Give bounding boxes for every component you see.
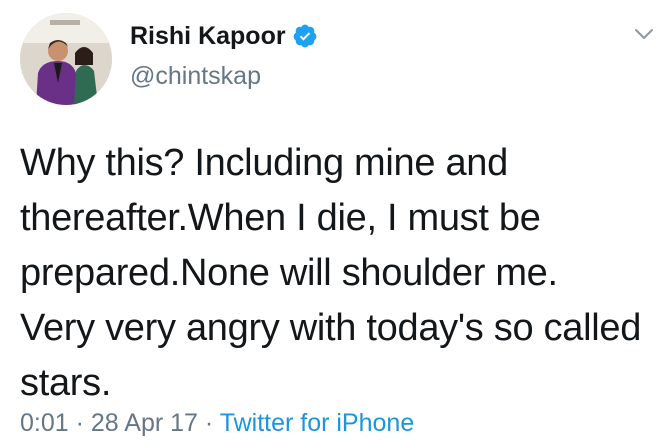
tweet-text-line: Very very angry with today's so called [20, 307, 642, 349]
verified-badge-icon [292, 23, 318, 49]
meta-separator: · [197, 409, 220, 437]
tweet-meta: 0:01 · 28 Apr 17 · Twitter for iPhone [20, 409, 414, 438]
author-handle[interactable]: @chintskap [130, 62, 261, 91]
tweet-text-line: stars. [20, 362, 112, 404]
tweet-text-line: prepared.None will shoulder me. [20, 252, 558, 294]
tweet-text: Why this? Including mine and thereafter.… [20, 136, 660, 411]
profile-photo [20, 13, 112, 105]
tweet-time[interactable]: 0:01 [20, 409, 69, 437]
chevron-down-icon [635, 29, 653, 39]
tweet-menu-button[interactable] [630, 20, 658, 48]
tweet-source-link[interactable]: Twitter for iPhone [220, 409, 415, 437]
tweet-date[interactable]: 28 Apr 17 [91, 409, 198, 437]
tweet-text-line: thereafter.When I die, I must be [20, 197, 541, 239]
meta-separator: · [68, 409, 91, 437]
tweet-text-line: Why this? Including mine and [20, 142, 508, 184]
display-name[interactable]: Rishi Kapoor [130, 22, 286, 51]
avatar[interactable] [20, 13, 112, 105]
tweet-card: Rishi Kapoor @chintskap Why this? Includ… [0, 0, 670, 447]
author-name-row: Rishi Kapoor [130, 16, 318, 56]
